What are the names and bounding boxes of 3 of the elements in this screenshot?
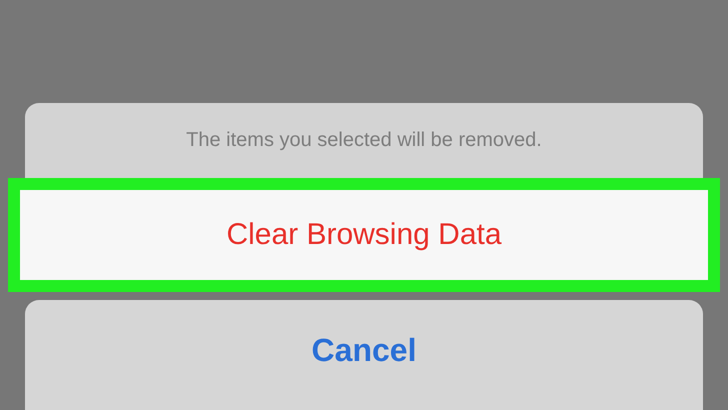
clear-data-button[interactable]: Clear Browsing Data [20,190,708,280]
message-text: The items you selected will be removed. [186,129,542,152]
cancel-button[interactable]: Cancel [25,300,703,410]
